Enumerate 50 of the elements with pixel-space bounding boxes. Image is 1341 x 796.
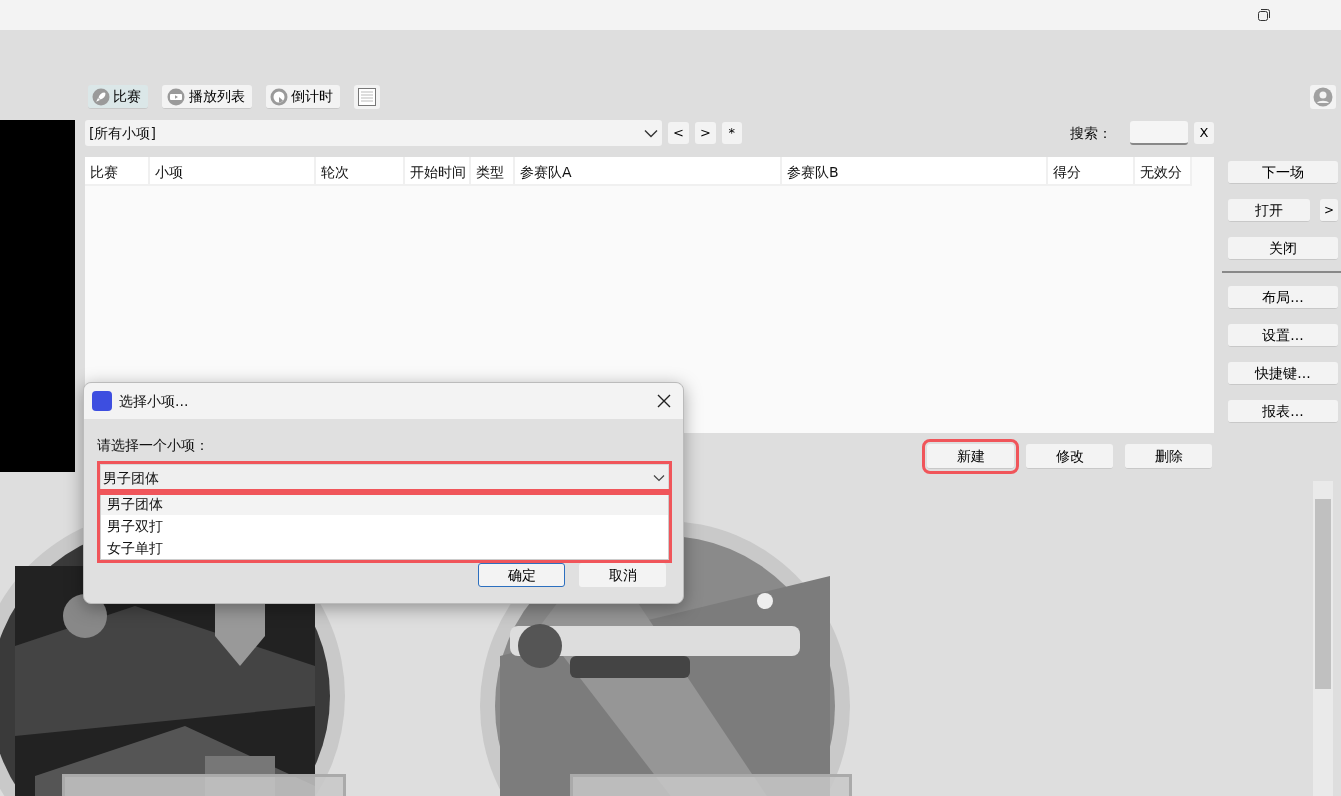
column-header[interactable]: 小项 xyxy=(150,157,316,186)
column-header[interactable]: 无效分 xyxy=(1135,157,1192,186)
caret-icon xyxy=(644,128,658,138)
nav-button[interactable]: * xyxy=(721,122,742,144)
dialog-button[interactable]: 确定 xyxy=(478,563,565,587)
side-button[interactable]: 布局... xyxy=(1228,286,1338,309)
side-button[interactable]: 关闭 xyxy=(1228,237,1338,260)
prompt-label: 请选择一个小项： xyxy=(97,436,210,455)
column-header[interactable]: 比赛 xyxy=(85,157,150,186)
search-field[interactable] xyxy=(1130,121,1188,145)
restore-icon[interactable] xyxy=(1257,8,1271,22)
dialog-button[interactable]: 取消 xyxy=(579,563,666,587)
tab[interactable]: 比赛 xyxy=(88,85,148,109)
caret-icon xyxy=(653,474,665,482)
column-header[interactable]: 轮次 xyxy=(316,157,405,186)
user-icon xyxy=(1313,87,1333,107)
close-icon xyxy=(657,394,671,408)
side-button[interactable]: 打开 xyxy=(1228,199,1310,222)
category-select[interactable]: [所有小项] xyxy=(85,120,662,146)
dropdown-option[interactable]: 男子双打 xyxy=(101,515,668,537)
more-button[interactable]: > xyxy=(1320,199,1338,222)
scroll-thumb[interactable] xyxy=(1315,499,1331,689)
tab[interactable]: 倒计时 xyxy=(266,85,340,109)
column-header[interactable]: 开始时间 xyxy=(405,157,471,186)
column-header[interactable]: 类型 xyxy=(471,157,515,186)
action-button[interactable]: 删除 xyxy=(1125,444,1212,469)
clear-button[interactable]: X xyxy=(1194,122,1214,144)
side-button[interactable]: 设置... xyxy=(1228,324,1338,347)
dropdown-option[interactable]: 女子单打 xyxy=(101,537,668,559)
dropdown-option[interactable]: 男子团体 xyxy=(101,493,668,515)
column-header[interactable]: 参赛队A xyxy=(515,157,782,186)
side-button[interactable]: 报表... xyxy=(1228,400,1338,423)
clock-icon xyxy=(270,87,288,106)
user-button[interactable] xyxy=(1310,85,1336,109)
notes-button[interactable] xyxy=(354,85,380,109)
scrollbar[interactable] xyxy=(1313,481,1333,796)
search-label: 搜索： xyxy=(1070,123,1112,143)
category-combo[interactable]: 男子团体 xyxy=(100,464,669,492)
document-icon xyxy=(357,87,377,107)
action-button[interactable]: 修改 xyxy=(1026,444,1113,469)
dialog-title: 选择小项... xyxy=(119,391,189,411)
side-button[interactable]: 快捷键... xyxy=(1228,362,1338,385)
column-header[interactable]: 得分 xyxy=(1048,157,1135,186)
side-button[interactable]: 下一场 xyxy=(1228,161,1338,184)
nav-button[interactable]: < xyxy=(668,122,689,144)
playlist-icon xyxy=(166,87,186,106)
nav-button[interactable]: > xyxy=(694,122,716,144)
column-header[interactable]: 参赛队B xyxy=(782,157,1048,186)
app-logo-icon xyxy=(92,391,112,411)
tab[interactable]: 播放列表 xyxy=(162,85,252,109)
